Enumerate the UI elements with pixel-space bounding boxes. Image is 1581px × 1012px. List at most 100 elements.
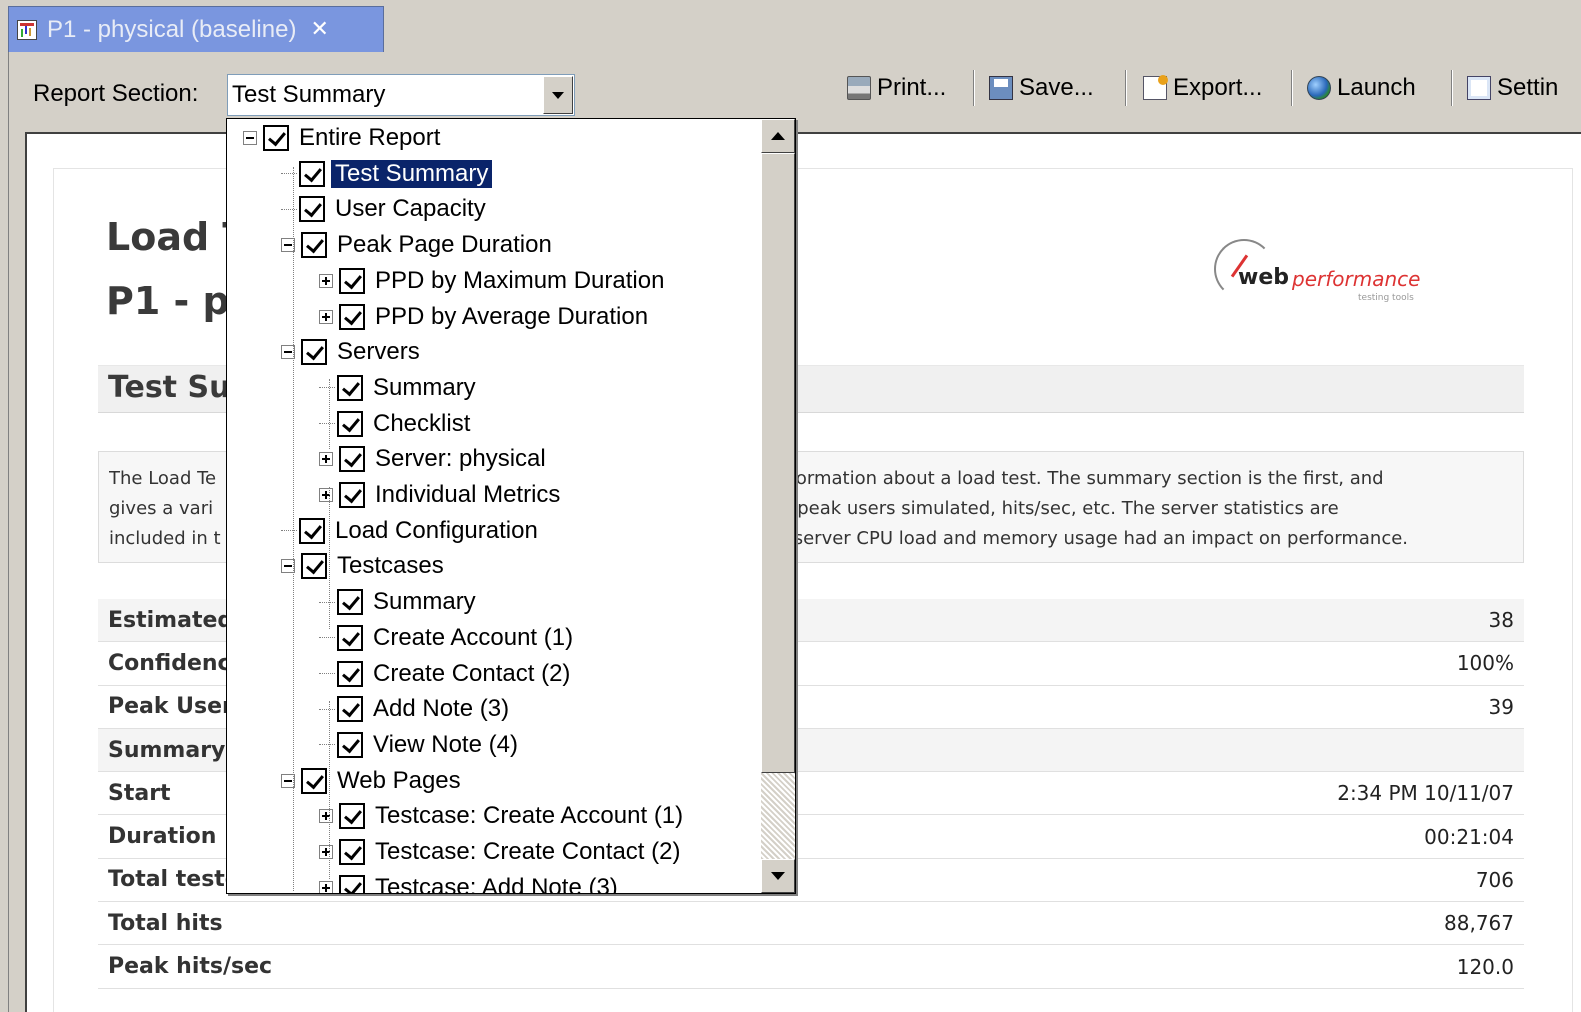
floppy-icon	[989, 76, 1013, 100]
tree-item[interactable]: View Note (4)	[319, 728, 522, 762]
checkbox-checked-icon[interactable]	[299, 160, 325, 187]
tree-item[interactable]: Testcase: Create Contact (2)	[319, 835, 684, 869]
report-icon	[17, 19, 37, 40]
settings-button[interactable]: Settin	[1467, 70, 1558, 106]
tree-item-label: Summary	[373, 373, 476, 401]
collapse-icon[interactable]	[243, 131, 257, 145]
export-icon	[1143, 75, 1168, 100]
tree-item[interactable]: Load Configuration	[281, 514, 542, 548]
launch-button[interactable]: Launch	[1307, 70, 1416, 106]
tab-title: P1 - physical (baseline)	[47, 15, 297, 43]
checkbox-checked-icon[interactable]	[301, 339, 327, 366]
export-label: Export...	[1173, 74, 1263, 101]
report-subtitle: P1 - p	[106, 279, 230, 323]
tree-item-label: Server: physical	[375, 445, 546, 473]
expand-icon[interactable]	[319, 452, 333, 467]
toolbar-separator	[1291, 70, 1293, 106]
checkbox-checked-icon[interactable]	[299, 196, 325, 223]
tree-guide-line	[329, 379, 330, 449]
checkbox-checked-icon[interactable]	[339, 803, 365, 830]
checkbox-checked-icon[interactable]	[337, 624, 363, 651]
editor-tab-bar: P1 - physical (baseline) ✕	[0, 0, 1581, 52]
report-section-select[interactable]: Test Summary	[227, 74, 575, 116]
globe-icon	[1307, 76, 1331, 100]
tree-item-label: Create Contact (2)	[373, 659, 571, 687]
tree-item-label: Summary	[373, 588, 476, 616]
tree-item[interactable]: Web Pages	[281, 764, 465, 798]
checkbox-checked-icon[interactable]	[337, 731, 363, 758]
tree-item-label: User Capacity	[335, 195, 486, 223]
expand-icon[interactable]	[319, 845, 333, 859]
tree-connector	[319, 673, 335, 674]
tree-item[interactable]: Add Note (3)	[319, 692, 513, 726]
save-label: Save...	[1019, 74, 1094, 101]
checkbox-checked-icon[interactable]	[339, 267, 365, 294]
tree-item[interactable]: Individual Metrics	[319, 478, 564, 512]
checkbox-checked-icon[interactable]	[339, 839, 365, 865]
tree-item[interactable]: Create Account (1)	[319, 621, 577, 655]
tree-item[interactable]: PPD by Average Duration	[319, 300, 652, 334]
expand-icon[interactable]	[319, 309, 333, 324]
report-section-label: Report Section:	[33, 80, 199, 107]
tree-item-label: Test Summary	[329, 158, 494, 189]
tree-item[interactable]: Test Summary	[281, 157, 494, 191]
chevron-down-icon[interactable]	[543, 76, 573, 114]
checkbox-checked-icon[interactable]	[337, 589, 363, 616]
export-button[interactable]: Export...	[1143, 70, 1262, 106]
close-icon[interactable]: ✕	[310, 17, 328, 42]
settings-icon	[1467, 76, 1491, 100]
tree-item[interactable]: Create Contact (2)	[319, 657, 574, 691]
tree-guide-line	[293, 167, 294, 891]
toolbar-separator	[973, 70, 975, 106]
checkbox-checked-icon[interactable]	[301, 767, 327, 794]
tree-item-label: Testcase: Add Note (3)	[375, 873, 618, 893]
checkbox-checked-icon[interactable]	[339, 482, 365, 508]
checkbox-checked-icon[interactable]	[337, 410, 363, 437]
checkbox-checked-icon[interactable]	[337, 374, 363, 401]
tree-item-label: Testcase: Create Account (1)	[375, 802, 684, 830]
tree-item-label: Peak Page Duration	[337, 231, 552, 259]
expand-icon[interactable]	[319, 880, 333, 893]
checkbox-checked-icon[interactable]	[301, 232, 327, 259]
tree-item-label: PPD by Average Duration	[375, 302, 649, 330]
print-button[interactable]: Print...	[847, 70, 946, 106]
checkbox-checked-icon[interactable]	[337, 660, 363, 687]
tree-item-label: PPD by Maximum Duration	[375, 266, 665, 294]
checkbox-checked-icon[interactable]	[299, 517, 325, 544]
tree-item[interactable]: Checklist	[319, 407, 474, 441]
launch-label: Launch	[1337, 74, 1416, 101]
tree-item[interactable]: Testcase: Add Note (3)	[319, 871, 622, 893]
checkbox-checked-icon[interactable]	[337, 696, 363, 723]
checkbox-checked-icon[interactable]	[339, 446, 365, 473]
expand-icon[interactable]	[319, 488, 333, 502]
tree-item[interactable]: Testcases	[281, 549, 448, 583]
table-row: Total hits 88,767	[98, 902, 1524, 946]
dropdown-scrollbar[interactable]	[761, 119, 795, 893]
tree-item[interactable]: Servers	[281, 335, 424, 369]
report-section-value: Test Summary	[232, 81, 386, 108]
tree-item[interactable]: Summary	[319, 585, 480, 619]
report-section-dropdown[interactable]: Entire Report Test Summary User Capacity Pe…	[226, 118, 796, 894]
tree-item[interactable]: PPD by Maximum Duration	[319, 264, 668, 298]
scroll-down-icon[interactable]	[761, 859, 795, 893]
scrollbar-thumb[interactable]	[761, 153, 795, 773]
tab-report[interactable]: P1 - physical (baseline) ✕	[8, 6, 384, 52]
scroll-up-icon[interactable]	[761, 119, 795, 153]
expand-icon[interactable]	[319, 273, 333, 288]
tree-connector	[319, 637, 335, 639]
tree-item[interactable]: Entire Report	[243, 121, 444, 155]
save-button[interactable]: Save...	[989, 70, 1094, 106]
webperformance-logo: web performance testing tools	[1194, 229, 1420, 319]
checkbox-checked-icon[interactable]	[339, 303, 365, 330]
tree-item[interactable]: Server: physical	[319, 442, 550, 476]
checkbox-checked-icon[interactable]	[301, 553, 327, 580]
expand-icon[interactable]	[319, 809, 333, 824]
checkbox-checked-icon[interactable]	[263, 125, 289, 151]
tree-item[interactable]: Peak Page Duration	[281, 228, 556, 262]
scrollbar-track[interactable]	[761, 773, 795, 859]
tree-item[interactable]: Testcase: Create Account (1)	[319, 799, 687, 833]
toolbar-separator	[1125, 70, 1127, 106]
checkbox-checked-icon[interactable]	[339, 874, 365, 893]
tree-item[interactable]: Summary	[319, 371, 480, 405]
tree-item[interactable]: User Capacity	[281, 192, 490, 226]
